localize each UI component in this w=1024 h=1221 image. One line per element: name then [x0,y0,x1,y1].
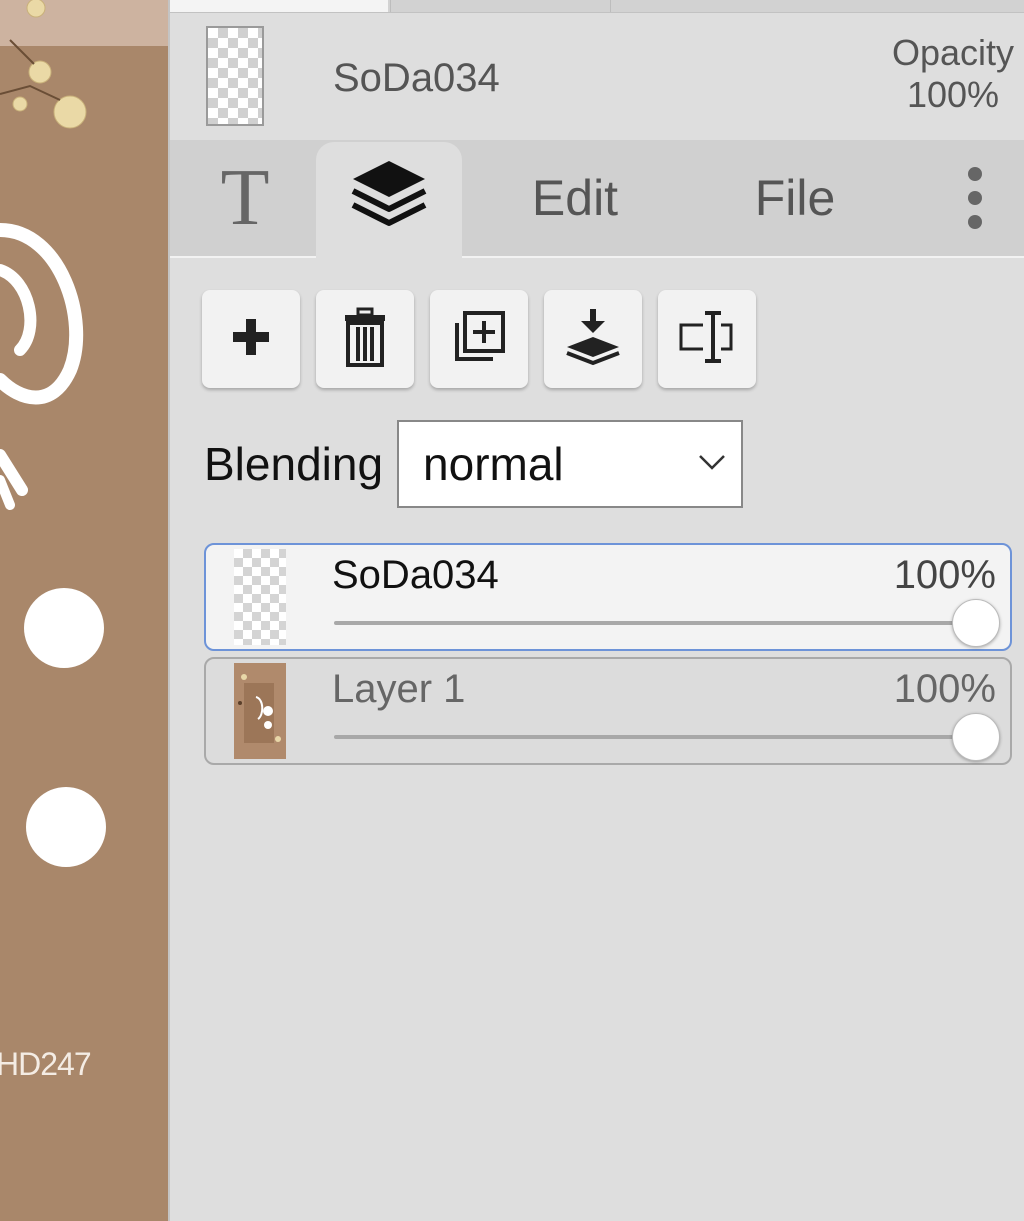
plus-icon [231,317,271,362]
tab-layers[interactable] [316,142,462,258]
layer-thumbnail [234,549,286,645]
blending-label: Blending [204,438,384,490]
canvas-watermark-text: HD247 [0,1046,92,1082]
layer-actions-toolbar [202,290,756,388]
tab-text[interactable]: T [200,140,290,256]
add-layer-button[interactable] [202,290,300,388]
current-layer-opacity[interactable]: Opacity 100% [892,32,1014,116]
more-menu-button[interactable] [940,140,1010,256]
blending-select[interactable]: normal [397,420,744,508]
panel-tabs: T Edit File [170,140,1024,258]
canvas-dot-1 [24,588,104,668]
canvas-dot-2 [26,787,106,867]
layer-row-soda034[interactable]: SoDa034 100% [204,543,1012,651]
blending-select-value: normal [423,438,564,490]
layers-icon [349,157,429,243]
current-layer-thumbnail[interactable] [206,26,264,126]
delete-layer-button[interactable] [316,290,414,388]
duplicate-icon [451,309,507,370]
layer-opacity-slider[interactable] [334,599,1000,647]
layer-opacity-value: 100% [893,553,996,597]
current-layer-header: SoDa034 Opacity 100% [170,12,1024,140]
layer-name: Layer 1 [332,667,466,711]
layer-row-layer-1[interactable]: Layer 1 100% [204,657,1012,765]
merge-down-button[interactable] [544,290,642,388]
more-vertical-icon [968,167,982,229]
current-layer-name: SoDa034 [333,56,500,100]
slider-handle[interactable] [952,599,1000,647]
merge-down-icon [565,307,621,372]
top-tab-segment-2[interactable] [390,0,609,12]
rename-layer-button[interactable] [658,290,756,388]
layer-opacity-value: 100% [893,667,996,711]
duplicate-layer-button[interactable] [430,290,528,388]
tab-file[interactable]: File [710,140,880,256]
blending-row: Blending normal [204,420,744,508]
layer-opacity-slider[interactable] [334,713,1000,761]
top-tab-segment-3[interactable] [610,0,1024,12]
layers-panel: SoDa034 Opacity 100% T Edit File Blendin… [168,0,1024,1221]
rename-icon [677,307,737,372]
opacity-value: 100% [906,74,1000,115]
top-tab-active-segment[interactable] [170,0,388,12]
layer-thumbnail [234,663,286,759]
tab-edit[interactable]: Edit [490,140,660,256]
slider-handle[interactable] [952,713,1000,761]
chevron-down-icon [697,453,727,476]
trash-icon [343,307,387,372]
layer-name: SoDa034 [332,553,499,597]
canvas-preview[interactable]: HD247 [0,0,168,1221]
opacity-label: Opacity [891,32,1014,73]
